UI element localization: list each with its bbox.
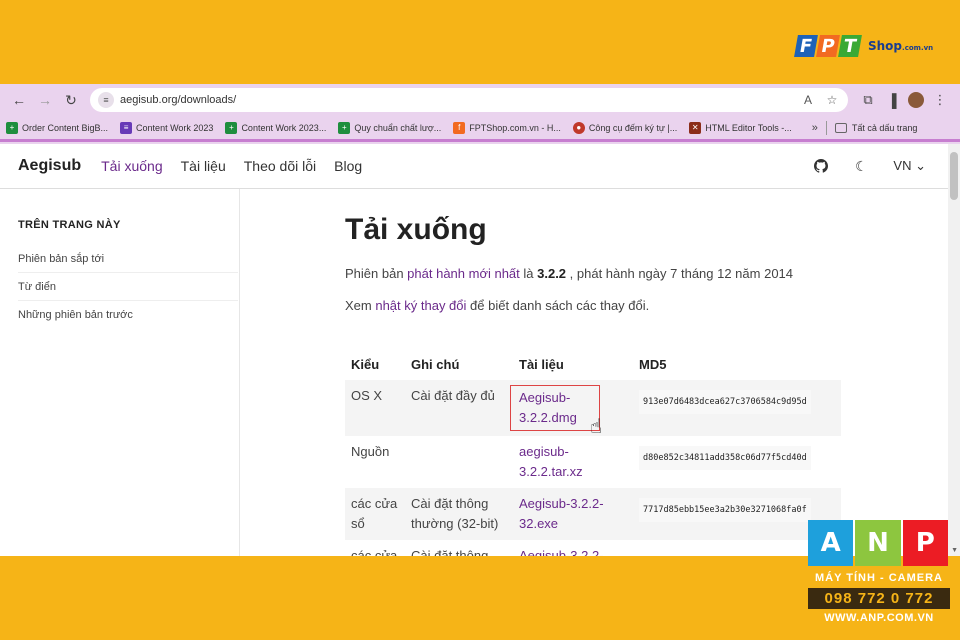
cell-note: Cài đặt thông (411, 548, 489, 556)
anp-phone: 098 772 0 772 (808, 588, 950, 609)
html-icon: ✕ (689, 121, 702, 134)
header-actions: ☾ VN ⌄ (791, 156, 926, 176)
bookmark-item[interactable]: + Content Work 2023... (225, 121, 326, 134)
web-page: Aegisub Tải xuống Tài liệu Theo dõi lỗi … (0, 144, 960, 556)
cell-type: OS X (345, 380, 405, 436)
table-header-row: Kiểu Ghi chú Tài liệu MD5 (345, 349, 841, 380)
latest-release-link[interactable]: phát hành mới nhất (407, 266, 520, 281)
back-icon[interactable]: ← (8, 89, 30, 111)
downloads-table: Kiểu Ghi chú Tài liệu MD5 OS X Cài đặt đ… (345, 349, 841, 556)
language-selector[interactable]: VN ⌄ (893, 158, 926, 174)
toc-item-upcoming[interactable]: Phiên bản sắp tới (18, 245, 238, 273)
fpt-shop-logo: F P T Shop.com.vn (794, 28, 934, 64)
bookmarks-bar: + Order Content BigB... ≡ Content Work 202… (0, 116, 960, 142)
cell-note: Cài đặt thông thường (32-bit) (405, 488, 513, 540)
release-paragraph: Phiên bản phát hành mới nhất là 3.2.2 , … (345, 266, 794, 281)
table-row: các cửa sổ Cài đặt thông thường (32-bit)… (345, 488, 841, 540)
github-icon[interactable] (811, 156, 831, 176)
scroll-down-icon[interactable]: ▼ (951, 547, 958, 554)
fpt-letter-p: P (816, 35, 840, 57)
fpt-icon: f (453, 121, 466, 134)
reload-icon[interactable]: ↻ (60, 89, 82, 111)
browser-window: ← → ↻ ≡ aegisub.org/downloads/ A ☆ ⧉ ▐ ⋮… (0, 84, 960, 556)
anp-watermark: A N P MÁY TÍNH - CAMERA 098 772 0 772 WW… (808, 520, 950, 624)
toc-heading: TRÊN TRANG NÀY (18, 219, 121, 231)
md5-hash: 7717d85ebb15ee3a2b30e3271068fa0f (639, 498, 811, 522)
col-note: Ghi chú (411, 357, 460, 372)
chevron-down-icon: ⌄ (915, 158, 926, 173)
anp-tagline: MÁY TÍNH - CAMERA (814, 572, 943, 584)
folder-icon (834, 122, 847, 133)
bookmark-item[interactable]: ✕ HTML Editor Tools -... (689, 121, 792, 134)
download-link-source[interactable]: aegisub-3.2.2.tar.xz (519, 442, 599, 482)
toc-item-dictionary[interactable]: Từ điển (18, 273, 238, 301)
cell-note: Cài đặt đầy đủ (405, 380, 513, 436)
scroll-thumb[interactable] (950, 152, 958, 200)
table-row: các cửa Cài đặt thông Aegisub-3.2.2- (345, 540, 841, 556)
download-link-exe32[interactable]: Aegisub-3.2.2-32.exe (519, 494, 614, 534)
toc-sidebar: TRÊN TRANG NÀY Phiên bản sắp tới Từ điển… (0, 189, 240, 556)
bookmark-separator (825, 120, 827, 135)
bookmark-item[interactable]: ● Công cụ đếm ký tự |... (572, 121, 677, 134)
cell-type: các cửa sổ (345, 488, 405, 540)
site-brand[interactable]: Aegisub (18, 157, 81, 175)
col-md5: MD5 (639, 357, 667, 372)
menu-icon[interactable]: ⋮ (928, 89, 952, 111)
download-link-next[interactable]: Aegisub-3.2.2- (519, 548, 604, 556)
cell-type: các cửa (351, 548, 398, 556)
cell-note (405, 436, 513, 488)
sheets-icon: + (338, 121, 351, 134)
anp-letter-n: N (855, 520, 901, 566)
anp-logo: A N P (808, 520, 950, 566)
nav-downloads[interactable]: Tải xuống (101, 158, 162, 174)
download-link-dmg[interactable]: Aegisub-3.2.2.dmg (510, 385, 600, 431)
anp-letter-a: A (808, 520, 854, 566)
nav-docs[interactable]: Tài liệu (181, 158, 226, 174)
table-row: Nguồn aegisub-3.2.2.tar.xz d80e852c34811… (345, 436, 841, 488)
avatar[interactable] (908, 92, 924, 108)
anp-letter-p: P (902, 520, 948, 566)
all-bookmarks-button[interactable]: Tất cả dấu trang (834, 122, 917, 133)
hand-cursor-icon: ☝ (590, 416, 603, 438)
url-text[interactable]: aegisub.org/downloads/ (120, 94, 792, 106)
page-scrollbar[interactable]: ▼ (948, 144, 960, 556)
more-bookmarks-icon[interactable]: » (812, 122, 818, 134)
fpt-shop-text: Shop.com.vn (868, 39, 934, 53)
md5-hash: 913e07d6483dcea627c3706584c9d95d (639, 390, 811, 414)
bookmark-item[interactable]: + Order Content BigB... (6, 121, 108, 134)
translate-icon[interactable]: A (800, 92, 816, 108)
fpt-letter-t: T (838, 35, 862, 57)
anp-website: WWW.ANP.COM.VN (824, 612, 934, 624)
sheets-icon: + (6, 121, 18, 134)
col-file: Tài liệu (519, 357, 564, 372)
dark-mode-icon[interactable]: ☾ (851, 156, 871, 176)
changelog-link[interactable]: nhật ký thay đổi (375, 298, 466, 313)
forward-icon[interactable]: → (34, 89, 56, 111)
nav-blog[interactable]: Blog (334, 158, 362, 174)
sidepanel-icon[interactable]: ▐ (880, 89, 904, 111)
sheets-icon: + (225, 121, 238, 134)
changelog-paragraph: Xem nhật ký thay đổi để biết danh sách c… (345, 298, 650, 313)
cell-type: Nguồn (351, 444, 390, 459)
bookmark-item[interactable]: ≡ Content Work 2023 (120, 121, 213, 134)
site-info-icon[interactable]: ≡ (98, 92, 114, 108)
col-type: Kiểu (351, 357, 380, 372)
toc-item-previous[interactable]: Những phiên bản trước (18, 301, 238, 328)
site-header: Aegisub Tải xuống Tài liệu Theo dõi lỗi … (0, 144, 960, 189)
bookmark-item[interactable]: + Quy chuẩn chất lượ... (338, 121, 441, 134)
nav-bug-tracker[interactable]: Theo dõi lỗi (244, 158, 316, 174)
version-number: 3.2.2 (537, 266, 567, 281)
fpt-letter-f: F (794, 35, 818, 57)
counter-icon: ● (572, 121, 585, 134)
main-content: Tải xuống Phiên bản phát hành mới nhất l… (345, 189, 865, 556)
address-bar[interactable]: ≡ aegisub.org/downloads/ A ☆ (90, 88, 848, 112)
forms-icon: ≡ (120, 121, 133, 134)
address-row: ← → ↻ ≡ aegisub.org/downloads/ A ☆ ⧉ ▐ ⋮ (0, 84, 960, 116)
extensions-icon[interactable]: ⧉ (856, 89, 880, 111)
star-icon[interactable]: ☆ (824, 92, 840, 108)
page-title: Tải xuống (345, 213, 487, 246)
md5-hash: d80e852c34811add358c06d77f5cd40d (639, 446, 811, 470)
browser-chrome: ← → ↻ ≡ aegisub.org/downloads/ A ☆ ⧉ ▐ ⋮… (0, 84, 960, 144)
bookmark-item[interactable]: f FPTShop.com.vn - H... (453, 121, 561, 134)
